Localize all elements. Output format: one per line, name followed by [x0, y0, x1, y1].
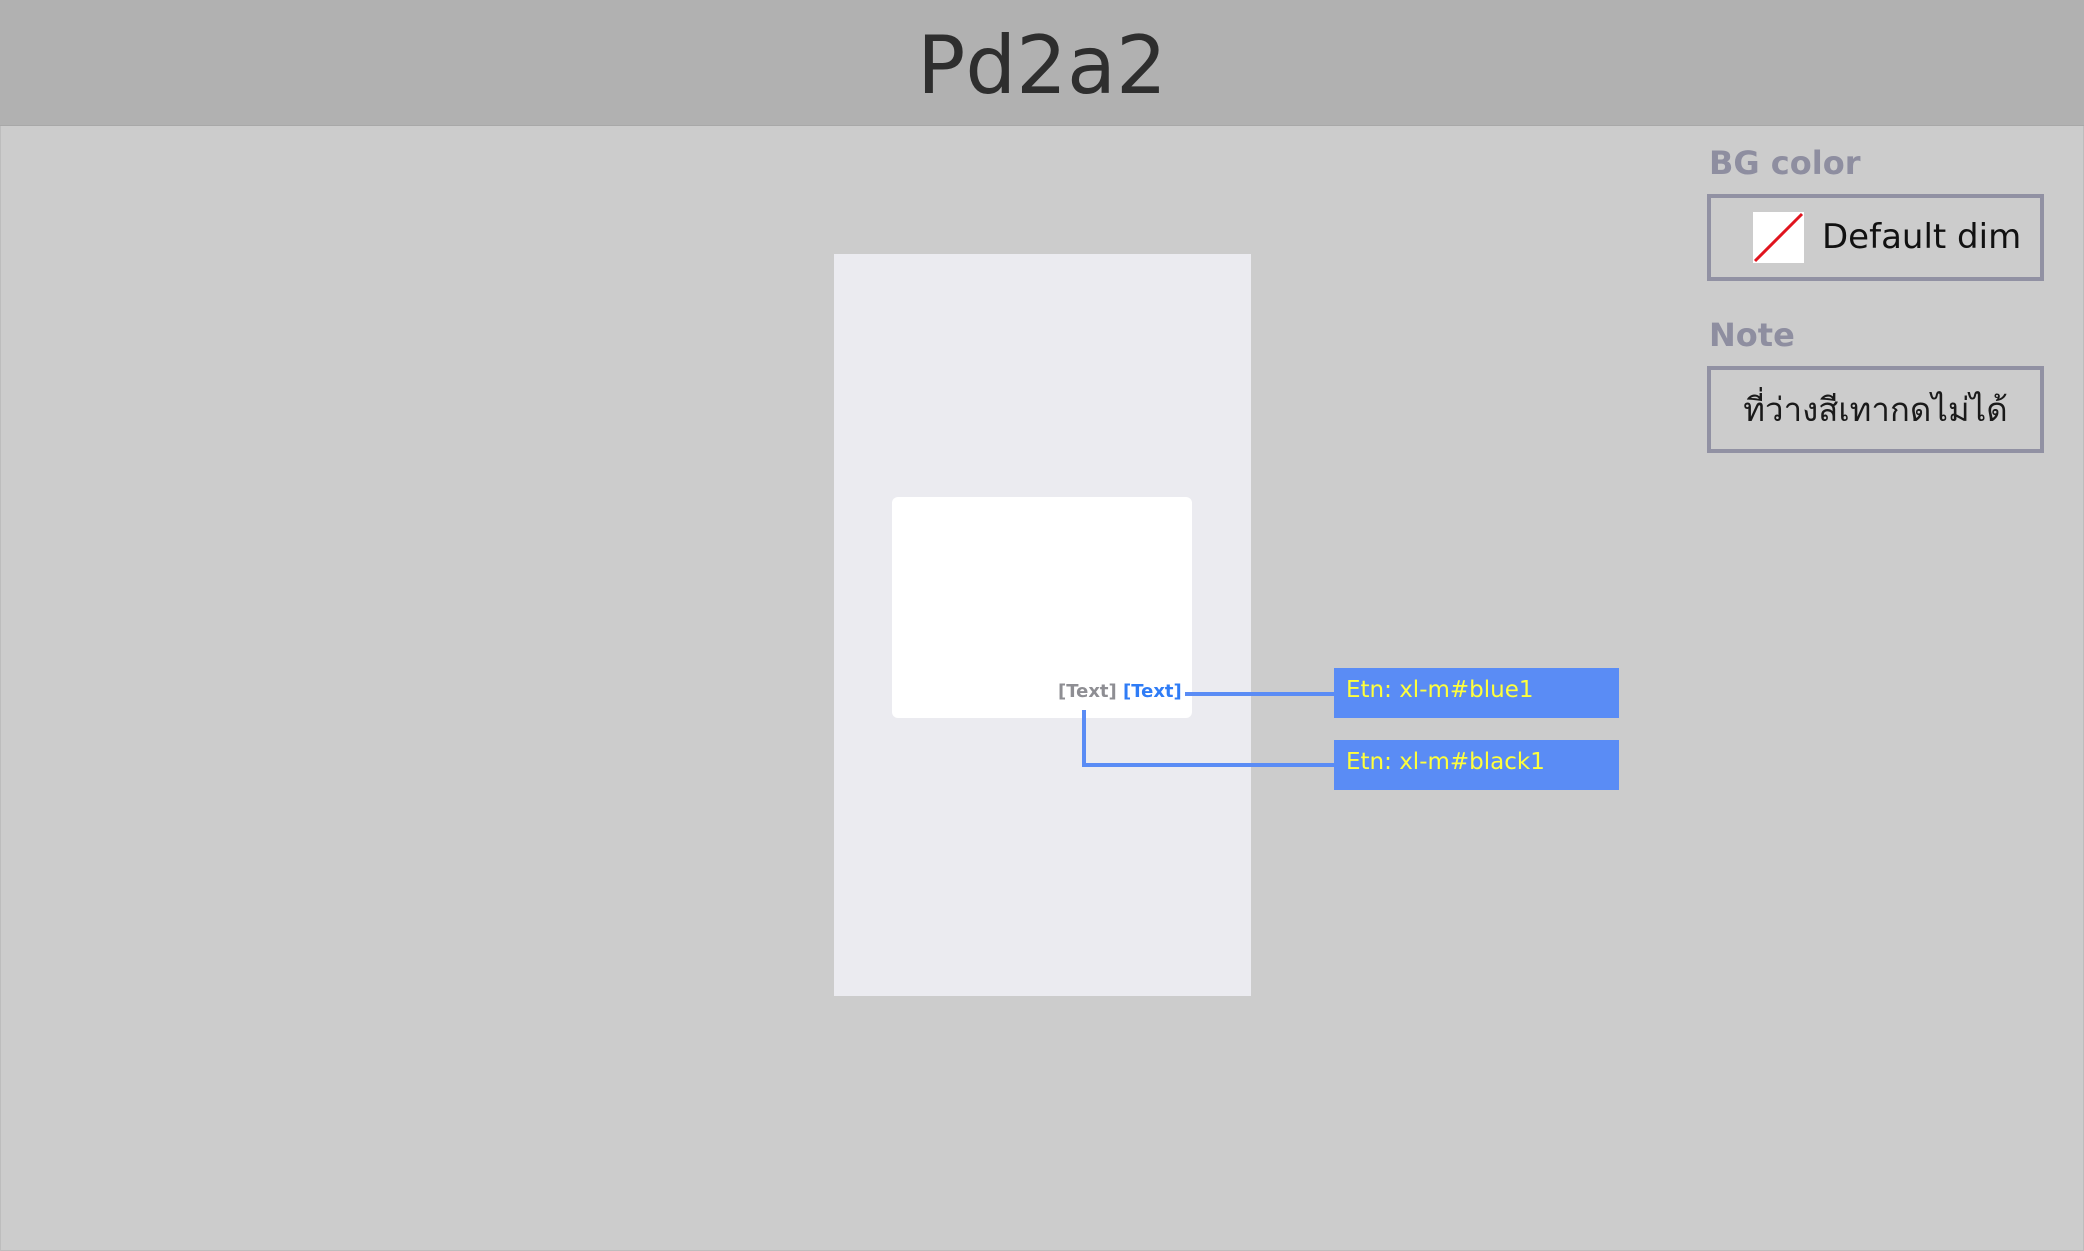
bg-color-field: Default dim: [1707, 194, 2044, 281]
note-field: ที่ว่างสีเทากดไม่ได้: [1707, 366, 2044, 453]
bg-color-value: Default dim: [1822, 217, 2022, 257]
page-title: Pd2a2: [917, 19, 1167, 112]
connector-line-black-horizontal: [1082, 763, 1335, 767]
card-text-blue: [Text]: [1123, 681, 1182, 702]
connector-line-black-vertical: [1082, 710, 1086, 767]
note-label: Note: [1709, 316, 1795, 354]
annotation-tag-black1: Etn: xl-m#black1: [1334, 740, 1619, 790]
header-bar: Pd2a2: [0, 0, 2084, 126]
connector-line-blue: [1185, 692, 1335, 696]
note-value: ที่ว่างสีเทากดไม่ได้: [1743, 390, 2008, 429]
annotation-tag-blue1: Etn: xl-m#blue1: [1334, 668, 1619, 718]
card-text-gray: [Text]: [1058, 681, 1117, 702]
bg-color-label: BG color: [1709, 144, 1861, 182]
no-color-swatch-icon: [1753, 212, 1804, 263]
